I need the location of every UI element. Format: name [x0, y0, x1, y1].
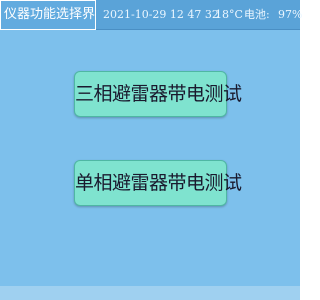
instrument-screen: 仪器功能选择界面 2021-10-29 12 47 32 18°C 电池: 97…: [0, 0, 303, 300]
screen-title: 仪器功能选择界面: [0, 0, 96, 30]
battery-label: 电池:: [244, 8, 270, 21]
screen-bottom-edge: [0, 286, 300, 300]
temperature-readout: 18°C: [215, 8, 243, 21]
datetime-readout: 2021-10-29 12 47 32: [103, 8, 219, 21]
status-bar: 仪器功能选择界面 2021-10-29 12 47 32 18°C 电池: 97…: [0, 0, 303, 30]
three-phase-arrester-test-button[interactable]: 三相避雷器带电测试: [74, 71, 242, 117]
single-phase-arrester-test-button[interactable]: 单相避雷器带电测试: [74, 160, 242, 206]
battery-level: 97%: [278, 8, 303, 21]
